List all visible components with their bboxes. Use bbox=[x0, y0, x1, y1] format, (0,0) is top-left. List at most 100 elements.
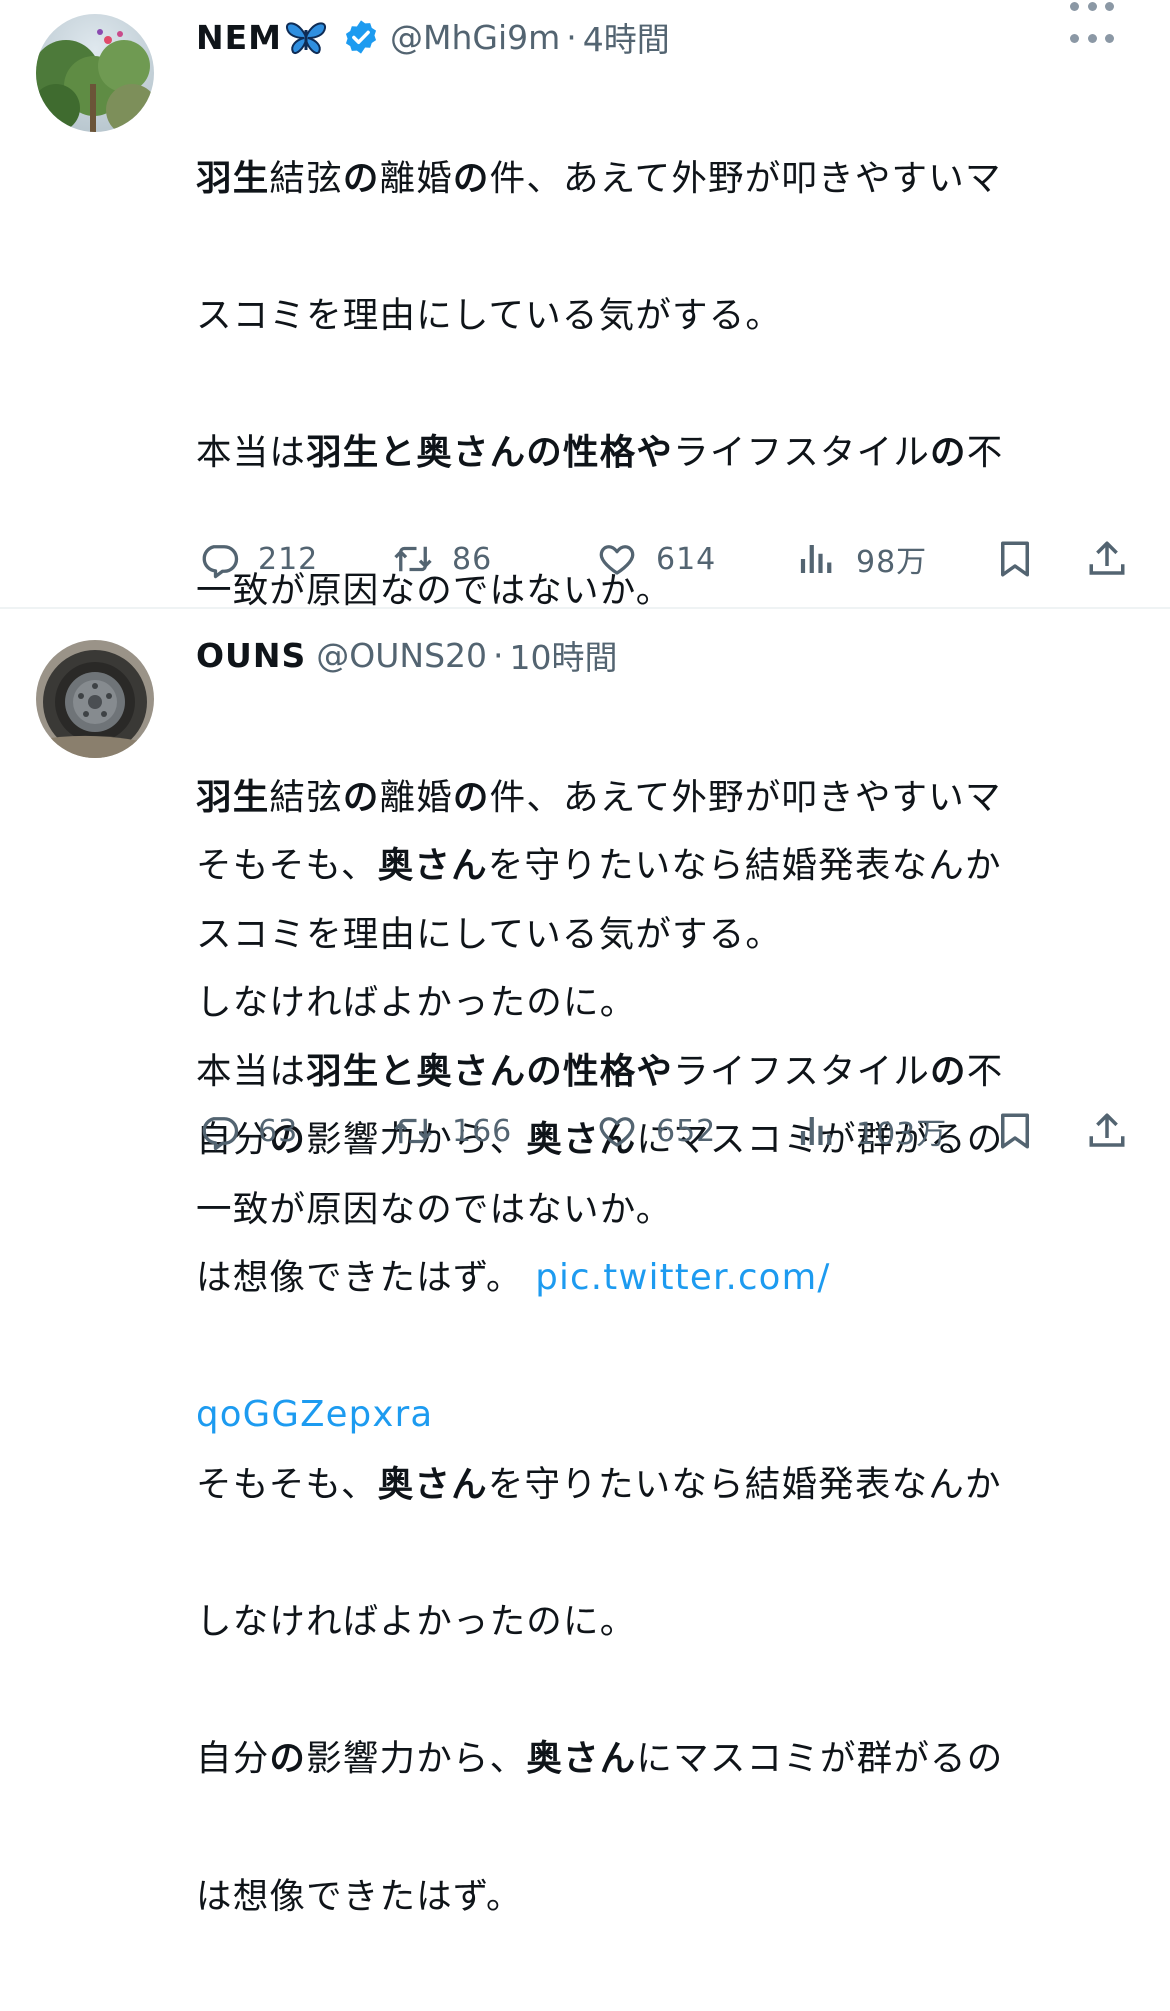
reply-button[interactable]: 212 bbox=[198, 534, 318, 584]
text-bold: の bbox=[452, 157, 490, 199]
avatar[interactable] bbox=[36, 640, 154, 758]
text-bold: 羽生と奥さんの性格や bbox=[306, 1051, 674, 1093]
display-name[interactable]: OUNS bbox=[196, 636, 306, 675]
text-line: 羽生結弦の離婚の件、あえて外野が叩きやすいマ bbox=[196, 775, 1126, 821]
text-line: スコミを理由にしている気がする。 bbox=[196, 293, 1126, 339]
like-count: 652 bbox=[656, 1113, 717, 1149]
text-run: しなければよかったのに。 bbox=[196, 1600, 637, 1642]
display-name[interactable]: NEM bbox=[196, 18, 282, 57]
tweet-header: NEM @MhGi9m · 4時間 bbox=[196, 12, 670, 62]
tweet-actions: 212 86 614 98万 bbox=[196, 534, 1136, 584]
views-count: 103万 bbox=[856, 1117, 948, 1152]
views-count: 98万 bbox=[856, 545, 928, 580]
text-run: 本当は bbox=[196, 432, 307, 474]
text-run: は想像できたはず。 bbox=[196, 1875, 523, 1917]
retweet-count: 166 bbox=[452, 1113, 513, 1149]
tweet-actions: 63 166 652 103万 bbox=[196, 1106, 1136, 1156]
text-line bbox=[196, 1324, 1126, 1370]
retweet-icon bbox=[394, 1118, 432, 1144]
like-button[interactable]: 652 bbox=[596, 1106, 716, 1156]
text-bold: の bbox=[342, 776, 380, 818]
share-button[interactable] bbox=[1086, 534, 1128, 584]
text-run: ライフスタイル bbox=[673, 1051, 931, 1093]
text-bold: 奥さん bbox=[377, 1463, 488, 1505]
retweet-icon bbox=[394, 546, 432, 572]
text-bold: の bbox=[269, 1738, 307, 1780]
text-run: 不 bbox=[966, 1051, 1004, 1093]
timestamp[interactable]: 4時間 bbox=[583, 13, 670, 61]
separator-dot: · bbox=[566, 17, 577, 57]
bookmark-button[interactable] bbox=[994, 534, 1036, 584]
user-handle[interactable]: @OUNS20 bbox=[316, 636, 487, 675]
reply-count: 212 bbox=[258, 541, 319, 577]
user-handle[interactable]: @MhGi9m bbox=[390, 18, 560, 57]
text-run: 本当は bbox=[196, 1051, 307, 1093]
share-icon bbox=[1089, 1113, 1125, 1147]
text-line: 本当は羽生と奥さんの性格やライフスタイルの不 bbox=[196, 1049, 1126, 1095]
like-icon bbox=[599, 1117, 635, 1147]
text-line: 羽生結弦の離婚の件、あえて外野が叩きやすいマ bbox=[196, 156, 1126, 202]
text-line: 一致が原因なのではないか。 bbox=[196, 1187, 1126, 1233]
text-line: 自分の影響力から、奥さんにマスコミが群がるの bbox=[196, 1736, 1126, 1782]
text-run: 影響力から、 bbox=[306, 1738, 527, 1780]
text-run: 離婚 bbox=[379, 157, 453, 199]
text-run: 結弦 bbox=[269, 776, 343, 818]
timestamp[interactable]: 10時間 bbox=[510, 631, 618, 679]
share-icon bbox=[1089, 541, 1125, 575]
views-icon bbox=[800, 1117, 832, 1145]
text-bold: の bbox=[930, 1051, 967, 1093]
text-run: 一致が原因なのではないか。 bbox=[196, 1188, 673, 1230]
retweet-button[interactable]: 86 bbox=[392, 534, 492, 584]
reply-icon bbox=[202, 545, 239, 579]
reply-icon bbox=[202, 1117, 239, 1151]
text-line: 本当は羽生と奥さんの性格やライフスタイルの不 bbox=[196, 430, 1126, 476]
text-run: を守りたいなら結婚発表なんか bbox=[487, 1463, 1002, 1505]
text-run: スコミを理由にしている気がする。 bbox=[196, 913, 783, 955]
share-button[interactable] bbox=[1086, 1106, 1128, 1156]
text-run: 自分 bbox=[196, 1738, 270, 1780]
like-button[interactable]: 614 bbox=[596, 534, 716, 584]
reply-button[interactable]: 63 bbox=[198, 1106, 298, 1156]
views-button[interactable]: 103万 bbox=[796, 1106, 947, 1156]
text-run: にマスコミが群がるの bbox=[636, 1738, 1004, 1780]
more-icon[interactable] bbox=[1070, 32, 1114, 44]
text-bold: の bbox=[342, 157, 380, 199]
verified-badge-icon bbox=[342, 18, 380, 56]
text-run: 不 bbox=[966, 432, 1004, 474]
more-icon[interactable] bbox=[1070, 0, 1114, 12]
tweet[interactable]: OUNS @OUNS20 · 10時間 羽生結弦の離婚の件、あえて外野が叩きやす… bbox=[0, 612, 1170, 1917]
text-bold: 羽生 bbox=[196, 157, 270, 199]
text-run: 結弦 bbox=[269, 157, 343, 199]
like-count: 614 bbox=[656, 541, 717, 577]
text-run: ライフスタイル bbox=[673, 432, 931, 474]
text-line: は想像できたはず。 bbox=[196, 1874, 1126, 1920]
text-bold: の bbox=[930, 432, 967, 474]
avatar[interactable] bbox=[36, 14, 154, 132]
text-line: そもそも、奥さんを守りたいなら結婚発表なんか bbox=[196, 1462, 1126, 1508]
bookmark-button[interactable] bbox=[994, 1106, 1036, 1156]
text-bold: の bbox=[452, 776, 490, 818]
text-run: 離婚 bbox=[379, 776, 453, 818]
text-run: そもそも、 bbox=[196, 1463, 378, 1505]
text-line: しなければよかったのに。 bbox=[196, 1599, 1126, 1645]
reply-count: 63 bbox=[258, 1113, 299, 1149]
text-bold: 羽生 bbox=[196, 776, 270, 818]
tweet-divider bbox=[0, 607, 1170, 609]
text-line: スコミを理由にしている気がする。 bbox=[196, 912, 1126, 958]
text-bold: 羽生と奥さんの性格や bbox=[306, 432, 674, 474]
tweet-header: OUNS @OUNS20 · 10時間 bbox=[196, 630, 618, 680]
tweet-text: 羽生結弦の離婚の件、あえて外野が叩きやすいマ スコミを理由にしている気がする。 … bbox=[196, 683, 1126, 2011]
like-icon bbox=[599, 545, 635, 575]
separator-dot: · bbox=[493, 635, 504, 675]
tweet[interactable]: NEM @MhGi9m · 4時間 羽生結弦の離婚の件、あえて外野が叩きやすいマ… bbox=[0, 0, 1170, 1435]
text-run: 件、あえて外野が叩きやすいマ bbox=[489, 776, 1002, 818]
text-run: 件、あえて外野が叩きやすいマ bbox=[489, 157, 1002, 199]
views-button[interactable]: 98万 bbox=[796, 534, 927, 584]
bookmark-icon bbox=[1001, 541, 1029, 577]
bookmark-icon bbox=[1001, 1113, 1029, 1149]
retweet-button[interactable]: 166 bbox=[392, 1106, 512, 1156]
text-bold: 奥さん bbox=[526, 1738, 637, 1780]
text-run: スコミを理由にしている気がする。 bbox=[196, 294, 783, 336]
views-icon bbox=[800, 545, 832, 573]
retweet-count: 86 bbox=[452, 541, 493, 577]
